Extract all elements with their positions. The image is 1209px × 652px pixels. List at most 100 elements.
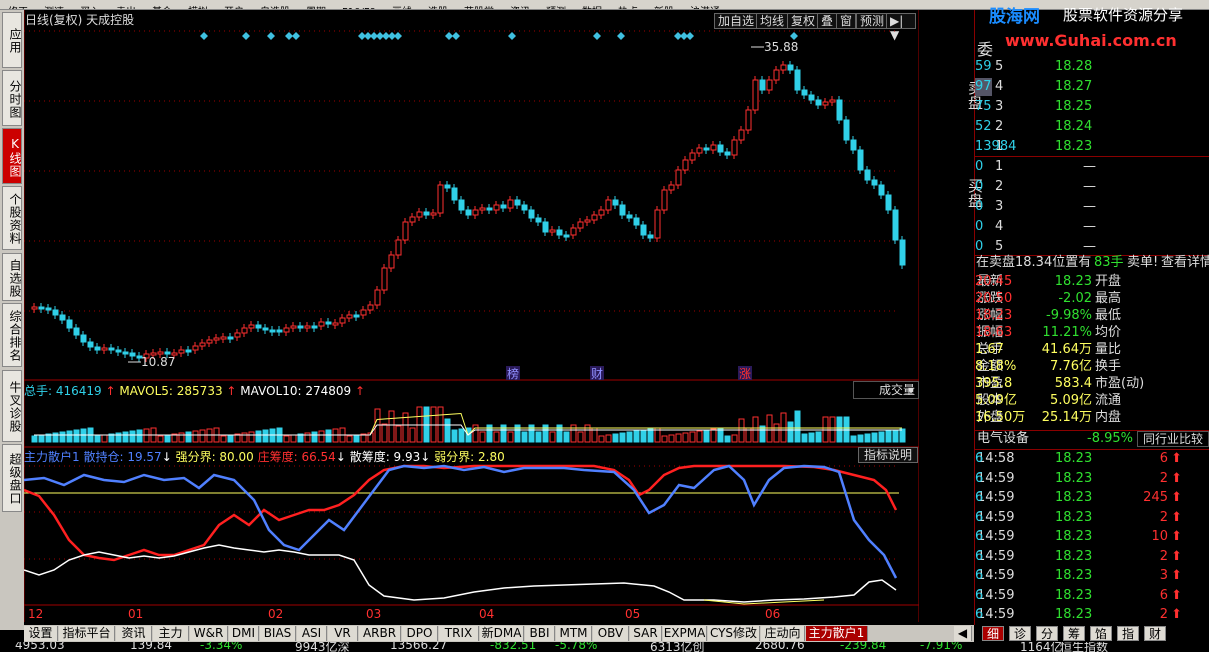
- volume-bar: [220, 435, 227, 443]
- volume-bar: [262, 429, 269, 443]
- volume-bar: [304, 432, 311, 443]
- left-tab[interactable]: 个股资料: [2, 186, 22, 250]
- indicator-tab[interactable]: 庄动向: [761, 626, 805, 641]
- indicator-tab[interactable]: ASI: [297, 626, 327, 641]
- low-label: 10.87: [141, 355, 175, 369]
- indicator-tab[interactable]: 资讯: [116, 626, 152, 641]
- level-num: 2: [995, 119, 1004, 134]
- volume-bar: [66, 430, 73, 443]
- indicator-tab[interactable]: 新DMA: [480, 626, 524, 641]
- tick-price: 18.23: [1055, 529, 1093, 544]
- indicator-tab[interactable]: ARBR: [359, 626, 401, 641]
- level-price: —: [1083, 159, 1096, 174]
- right-tab[interactable]: 财: [1144, 626, 1166, 641]
- volume-bar: [598, 435, 605, 443]
- indicator-tab[interactable]: SAR: [630, 626, 662, 641]
- right-tab[interactable]: 诊: [1009, 626, 1031, 641]
- level-vol: 59: [975, 59, 992, 74]
- tab-scroll-left[interactable]: ◀: [954, 626, 972, 641]
- indicator-tab[interactable]: VR: [328, 626, 358, 641]
- candle-body: [570, 227, 577, 236]
- candle-body: [430, 212, 437, 216]
- kline-chart-panel[interactable]: 日线(复权) 天成控股 加自选均线复权叠窗预测 ▶|▼ 37.2731.7126…: [24, 10, 919, 622]
- site-logo: 股海网 股票软件资源分享: [979, 2, 1209, 27]
- indicator-tab[interactable]: 主力: [153, 626, 189, 641]
- candle-body: [59, 314, 66, 321]
- signal-marker: [790, 32, 798, 40]
- indicator-tab[interactable]: CYS修改: [708, 626, 760, 641]
- ind-name: 主力散户1: [24, 450, 80, 464]
- right-tab[interactable]: 馅: [1090, 626, 1112, 641]
- left-tab[interactable]: 综合排名: [2, 303, 22, 367]
- indicator-help-button[interactable]: 指标说明: [858, 447, 918, 463]
- up-arrow-icon: ⬆: [1171, 548, 1182, 564]
- right-tab[interactable]: 指: [1117, 626, 1139, 641]
- right-tab[interactable]: 分: [1036, 626, 1058, 641]
- candle-body: [129, 352, 136, 357]
- indicator-tab[interactable]: EXPMA: [663, 626, 707, 641]
- stat-value: 18.23: [1054, 274, 1092, 289]
- volume-bar: [521, 431, 528, 443]
- indicator-tab[interactable]: 设置: [24, 626, 58, 641]
- left-tab[interactable]: 分时图: [2, 70, 22, 126]
- status-item: -5.78%: [555, 642, 598, 652]
- volume-bar: [241, 432, 248, 443]
- left-tab[interactable]: 应用: [2, 12, 22, 68]
- volume-bar: [157, 435, 164, 443]
- indicator-title: 主力散户1 散持仓: 19.57↓ 强分界: 80.00 庄筹度: 66.54↓…: [24, 450, 505, 464]
- left-tab[interactable]: 超级盘口: [2, 444, 22, 512]
- industry-compare-button[interactable]: 同行业比较: [1137, 431, 1209, 447]
- candle-body: [584, 219, 591, 223]
- left-tab[interactable]: K线图: [2, 128, 22, 184]
- candle-body: [815, 99, 822, 106]
- indicator-tab[interactable]: W&R: [190, 626, 228, 641]
- candle-body: [157, 351, 164, 355]
- indicator-tab[interactable]: MTM: [556, 626, 592, 641]
- tick-volume: 245: [1143, 490, 1168, 505]
- left-tab[interactable]: 自选股: [2, 253, 22, 301]
- volume-indicator-select[interactable]: 成交量 ▾: [853, 381, 919, 399]
- level-num: 2: [995, 179, 1004, 194]
- level-price: —: [1083, 179, 1096, 194]
- indicator-tab[interactable]: BBI: [525, 626, 555, 641]
- volume-bar: [815, 431, 822, 443]
- candle-body: [717, 144, 724, 153]
- stat-label: 换手: [1095, 359, 1122, 374]
- indicator-tab[interactable]: 指标平台: [59, 626, 115, 641]
- volume-bar: [192, 430, 199, 443]
- indicator-tab[interactable]: 主力散户1: [806, 626, 868, 641]
- tick-volume: 6: [1159, 587, 1168, 603]
- signal-marker: [394, 32, 402, 40]
- candle-body: [73, 327, 80, 336]
- indicator-tab[interactable]: DPO: [402, 626, 438, 641]
- right-tab[interactable]: 筹: [1063, 626, 1085, 641]
- volume-bar: [549, 431, 556, 443]
- candle-body: [787, 64, 794, 71]
- ind-sanchi: 散持仓: 19.57: [83, 450, 162, 464]
- volume-bar: [325, 429, 332, 443]
- indicator-tab[interactable]: DMI: [229, 626, 259, 641]
- volume-bar: [164, 434, 171, 443]
- indicator-tab[interactable]: BIAS: [260, 626, 296, 641]
- indicator-tab[interactable]: TRIX: [439, 626, 479, 641]
- vol-mavol5: MAVOL5: 285733: [119, 384, 223, 398]
- volume-bar: [563, 431, 570, 443]
- indicator-tab[interactable]: OBV: [593, 626, 629, 641]
- volume-bar: [185, 431, 192, 443]
- candle-body: [290, 325, 297, 329]
- event-marker: 财: [591, 367, 603, 381]
- candle-body: [262, 327, 269, 331]
- left-tab[interactable]: 牛叉诊股: [2, 370, 22, 442]
- candle-body: [794, 69, 801, 91]
- chevron-down-icon: ▾: [907, 383, 914, 397]
- right-tab[interactable]: 细: [982, 626, 1004, 641]
- candle-body: [451, 187, 458, 201]
- tick-extra: 6: [975, 548, 984, 564]
- candle-body: [857, 149, 864, 171]
- volume-bar: [248, 431, 255, 443]
- up-arrow-icon: ⬆: [1171, 568, 1182, 583]
- candle-body: [395, 239, 402, 256]
- volume-bar: [647, 428, 654, 443]
- stat-value: 20.50: [975, 291, 1013, 306]
- candle-body: [871, 179, 878, 186]
